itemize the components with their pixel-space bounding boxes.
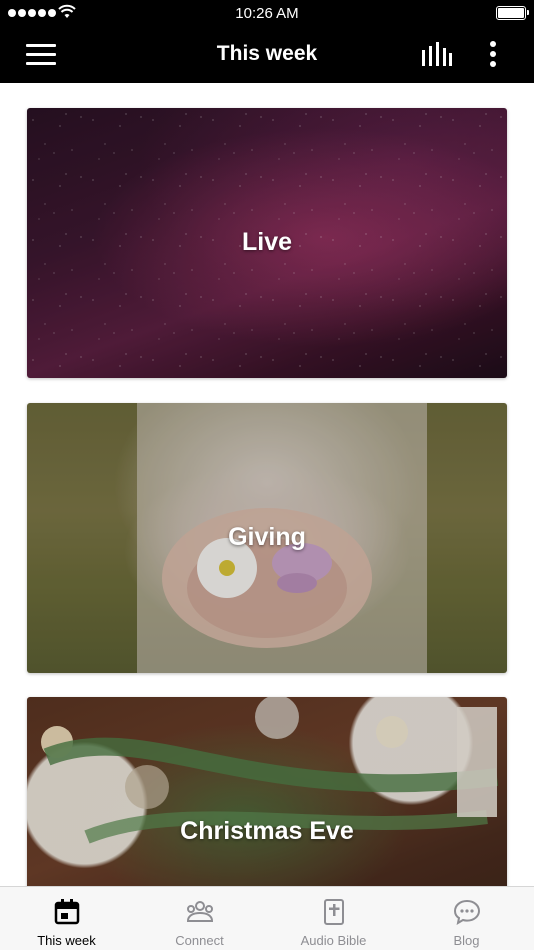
tab-label: Blog <box>453 933 480 948</box>
card-christmas-eve[interactable]: Christmas Eve <box>27 697 507 886</box>
page-title: This week <box>216 42 318 65</box>
calendar-icon <box>54 899 79 925</box>
people-icon <box>186 901 213 922</box>
tab-label: Audio Bible <box>300 933 367 948</box>
tab-bar: This week Connect Audio Bible Blog <box>0 886 534 950</box>
card-title: Live <box>241 228 293 256</box>
audio-bars-icon[interactable] <box>420 42 452 68</box>
bible-icon <box>323 899 344 925</box>
card-giving[interactable]: Giving <box>27 403 507 673</box>
tab-blog[interactable]: Blog <box>400 887 533 950</box>
chat-bubble-icon <box>453 899 480 926</box>
card-title: Giving <box>228 523 306 551</box>
status-bar: 10:26 AM <box>0 0 534 28</box>
tab-connect[interactable]: Connect <box>133 887 266 950</box>
more-vertical-icon[interactable] <box>488 41 498 69</box>
tab-label: Connect <box>175 933 224 948</box>
hamburger-menu-icon[interactable] <box>26 44 56 66</box>
card-live[interactable]: Live <box>27 108 507 378</box>
nav-bar: This week <box>0 28 534 83</box>
card-title: Christmas Eve <box>180 817 354 845</box>
status-time: 10:26 AM <box>235 5 299 22</box>
tab-audio-bible[interactable]: Audio Bible <box>267 887 400 950</box>
tab-this-week[interactable]: This week <box>0 887 133 950</box>
tab-label: This week <box>37 933 96 948</box>
battery-full-icon <box>496 6 529 20</box>
content-list: Live Giving Christmas Eve <box>0 83 534 886</box>
